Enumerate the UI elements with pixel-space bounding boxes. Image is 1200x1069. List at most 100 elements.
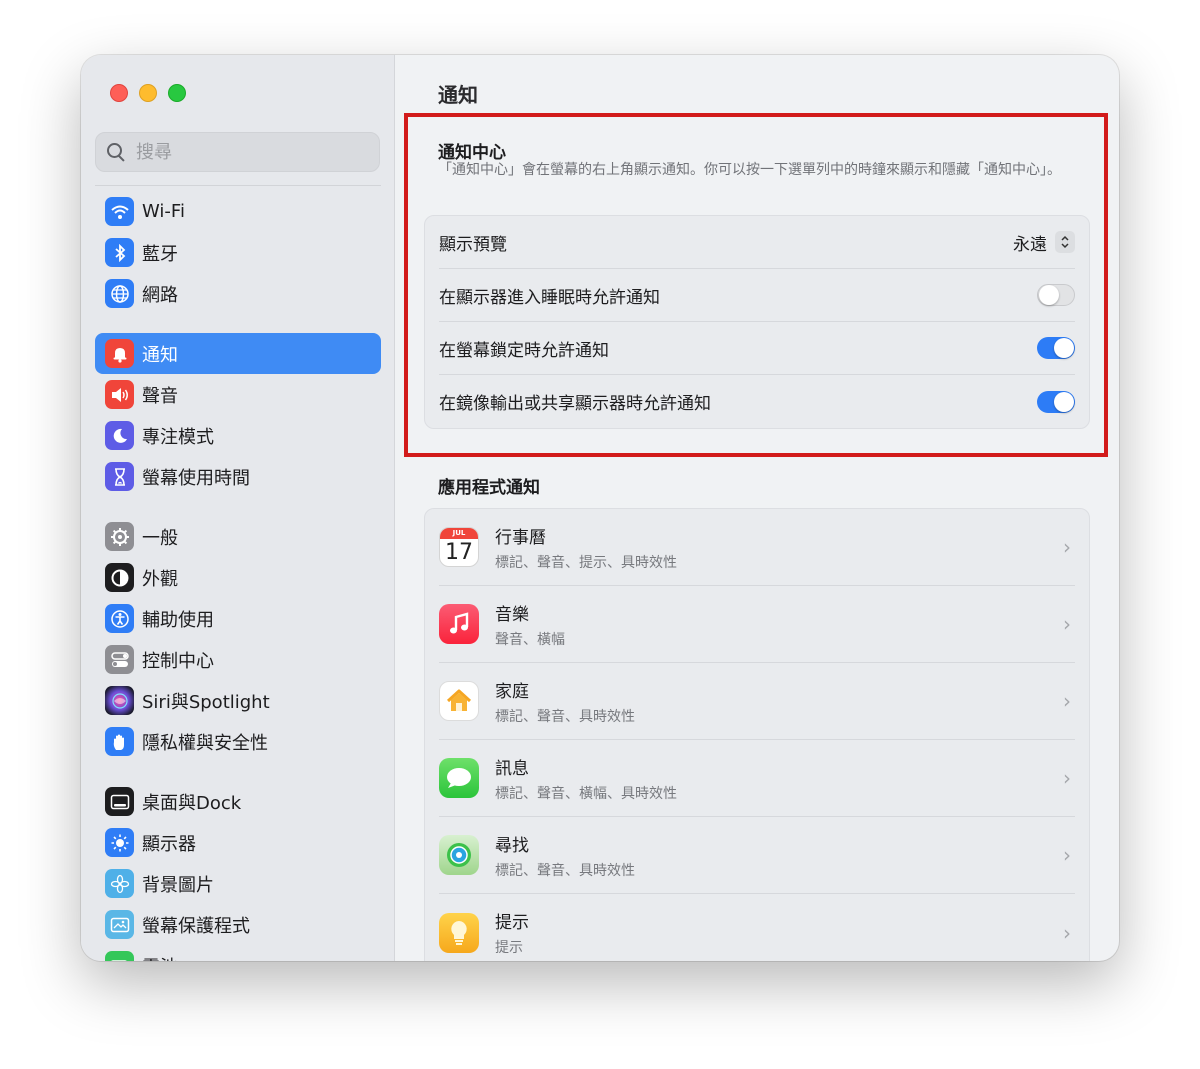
sidebar-item-privacy-security[interactable]: 隱私權與安全性 (95, 721, 381, 762)
sidebar-item-notifications[interactable]: 通知 (95, 333, 381, 374)
app-subtitle: 標記、聲音、具時效性 (495, 862, 635, 879)
app-name: 提示 (495, 913, 529, 933)
toggle-label: 在顯示器進入睡眠時允許通知 (439, 287, 660, 308)
bluetooth-icon (105, 238, 134, 267)
sidebar-item-label: 背景圖片 (142, 874, 214, 896)
app-row-find-my[interactable]: 尋找 標記、聲音、具時效性 › (439, 817, 1075, 894)
sidebar-item-label: 通知 (142, 344, 178, 366)
app-notifications-heading: 應用程式通知 (438, 478, 540, 498)
gear-icon (105, 522, 134, 551)
app-subtitle: 提示 (495, 940, 523, 956)
sidebar-item-label: Siri與Spotlight (142, 691, 270, 713)
app-name: 行事曆 (495, 527, 546, 548)
toggle-label: 在螢幕鎖定時允許通知 (439, 340, 609, 361)
sidebar-item-general[interactable]: 一般 (95, 516, 381, 557)
find-my-icon (439, 835, 479, 875)
sidebar-item-desktop-dock[interactable]: 桌面與Dock (95, 781, 381, 822)
sun-icon (105, 828, 134, 857)
siri-icon (105, 686, 134, 715)
app-row-music[interactable]: 音樂 聲音、橫幅 › (439, 586, 1075, 663)
main-content: 通知 通知中心 「通知中心」會在螢幕的右上角顯示通知。你可以按一下選單列中的時鐘… (395, 55, 1119, 961)
screen-locked-toggle[interactable] (1037, 337, 1075, 359)
close-button[interactable] (110, 84, 128, 102)
minimize-button[interactable] (139, 84, 157, 102)
page-title: 通知 (438, 83, 478, 107)
sidebar-item-label: 顯示器 (142, 833, 196, 855)
chevron-right-icon: › (1063, 689, 1071, 713)
sidebar-item-network[interactable]: 網路 (95, 273, 381, 314)
app-row-tips[interactable]: 提示 提示 › (439, 894, 1075, 961)
search-icon (106, 142, 126, 162)
accessibility-icon (105, 604, 134, 633)
divider (95, 185, 381, 186)
sidebar-item-appearance[interactable]: 外觀 (95, 557, 381, 598)
sidebar-item-wifi[interactable]: Wi-Fi (95, 191, 381, 232)
app-subtitle: 聲音、橫幅 (495, 631, 565, 648)
messages-icon (439, 758, 479, 798)
sidebar-item-label: 聲音 (142, 385, 178, 407)
sidebar-item-label: 隱私權與安全性 (142, 732, 268, 754)
app-notifications-list: JUL 17 行事曆 標記、聲音、提示、具時效性 › 音樂 聲音、橫幅 › 家庭… (424, 508, 1090, 961)
chevron-right-icon: › (1063, 612, 1071, 636)
toggle-row-screen-locked: 在螢幕鎖定時允許通知 (439, 322, 1075, 375)
dock-icon (105, 787, 134, 816)
music-icon (439, 604, 479, 644)
sidebar-item-bluetooth[interactable]: 藍牙 (95, 232, 381, 273)
tips-icon (439, 912, 479, 953)
sidebar-item-focus[interactable]: 專注模式 (95, 415, 381, 456)
moon-icon (105, 421, 134, 450)
app-row-messages[interactable]: 訊息 標記、聲音、橫幅、具時效性 › (439, 740, 1075, 817)
sidebar-item-battery[interactable]: 電池 (95, 945, 381, 961)
search-field[interactable] (95, 132, 380, 172)
app-subtitle: 標記、聲音、具時效性 (495, 708, 635, 725)
show-preview-select[interactable]: 永遠 (1013, 230, 1075, 255)
sidebar-item-siri-spotlight[interactable]: Siri與Spotlight (95, 680, 381, 721)
sidebar-nav: Wi-Fi 藍牙 網路 通知 聲音 專注模式 螢幕使用時間 一般 外觀 輔助使用… (95, 191, 381, 961)
toggle-row-display-sleep: 在顯示器進入睡眠時允許通知 (439, 269, 1075, 322)
chevron-up-down-icon (1055, 231, 1075, 253)
app-name: 家庭 (495, 681, 529, 702)
chevron-right-icon: › (1063, 920, 1071, 945)
sidebar-item-wallpaper[interactable]: 背景圖片 (95, 863, 381, 904)
toggle-row-mirroring: 在鏡像輸出或共享顯示器時允許通知 (439, 375, 1075, 428)
calendar-icon: JUL 17 (439, 527, 479, 567)
show-preview-value: 永遠 (1013, 234, 1047, 255)
display-sleep-toggle[interactable] (1037, 284, 1075, 306)
notification-center-description: 「通知中心」會在螢幕的右上角顯示通知。你可以按一下選單列中的時鐘來顯示和隱藏「通… (438, 162, 1061, 178)
sidebar-item-screen-time[interactable]: 螢幕使用時間 (95, 456, 381, 497)
flower-icon (105, 869, 134, 898)
sidebar-item-control-center[interactable]: 控制中心 (95, 639, 381, 680)
sidebar-item-label: 桌面與Dock (142, 792, 242, 814)
app-name: 尋找 (495, 835, 529, 856)
settings-window: Wi-Fi 藍牙 網路 通知 (81, 55, 1119, 961)
sidebar-item-label: 電池 (142, 953, 178, 962)
screensaver-icon (105, 910, 134, 939)
sidebar-item-label: 藍牙 (142, 243, 178, 265)
hourglass-icon (105, 462, 134, 491)
speaker-icon (105, 380, 134, 409)
home-icon (439, 681, 479, 721)
chevron-right-icon: › (1063, 843, 1071, 867)
search-input[interactable] (136, 141, 366, 163)
zoom-button[interactable] (168, 84, 186, 102)
sidebar-item-sound[interactable]: 聲音 (95, 374, 381, 415)
app-name: 訊息 (495, 758, 529, 779)
bell-icon (105, 339, 134, 368)
sidebar: Wi-Fi 藍牙 網路 通知 (81, 55, 395, 961)
window-controls (110, 84, 186, 102)
sidebar-item-displays[interactable]: 顯示器 (95, 822, 381, 863)
app-subtitle: 標記、聲音、橫幅、具時效性 (495, 785, 677, 802)
app-row-calendar[interactable]: JUL 17 行事曆 標記、聲音、提示、具時效性 › (439, 509, 1075, 586)
sidebar-item-accessibility[interactable]: 輔助使用 (95, 598, 381, 639)
show-preview-row: 顯示預覽 永遠 (439, 216, 1075, 269)
battery-icon (105, 951, 134, 961)
globe-icon (105, 279, 134, 308)
hand-icon (105, 727, 134, 756)
mirroring-toggle[interactable] (1037, 390, 1075, 413)
sidebar-item-screen-saver[interactable]: 螢幕保護程式 (95, 904, 381, 945)
app-row-home[interactable]: 家庭 標記、聲音、具時效性 › (439, 663, 1075, 740)
sidebar-item-label: 螢幕使用時間 (142, 467, 250, 489)
chevron-right-icon: › (1063, 766, 1071, 790)
sidebar-item-label: 專注模式 (142, 426, 214, 448)
appearance-icon (105, 563, 134, 592)
